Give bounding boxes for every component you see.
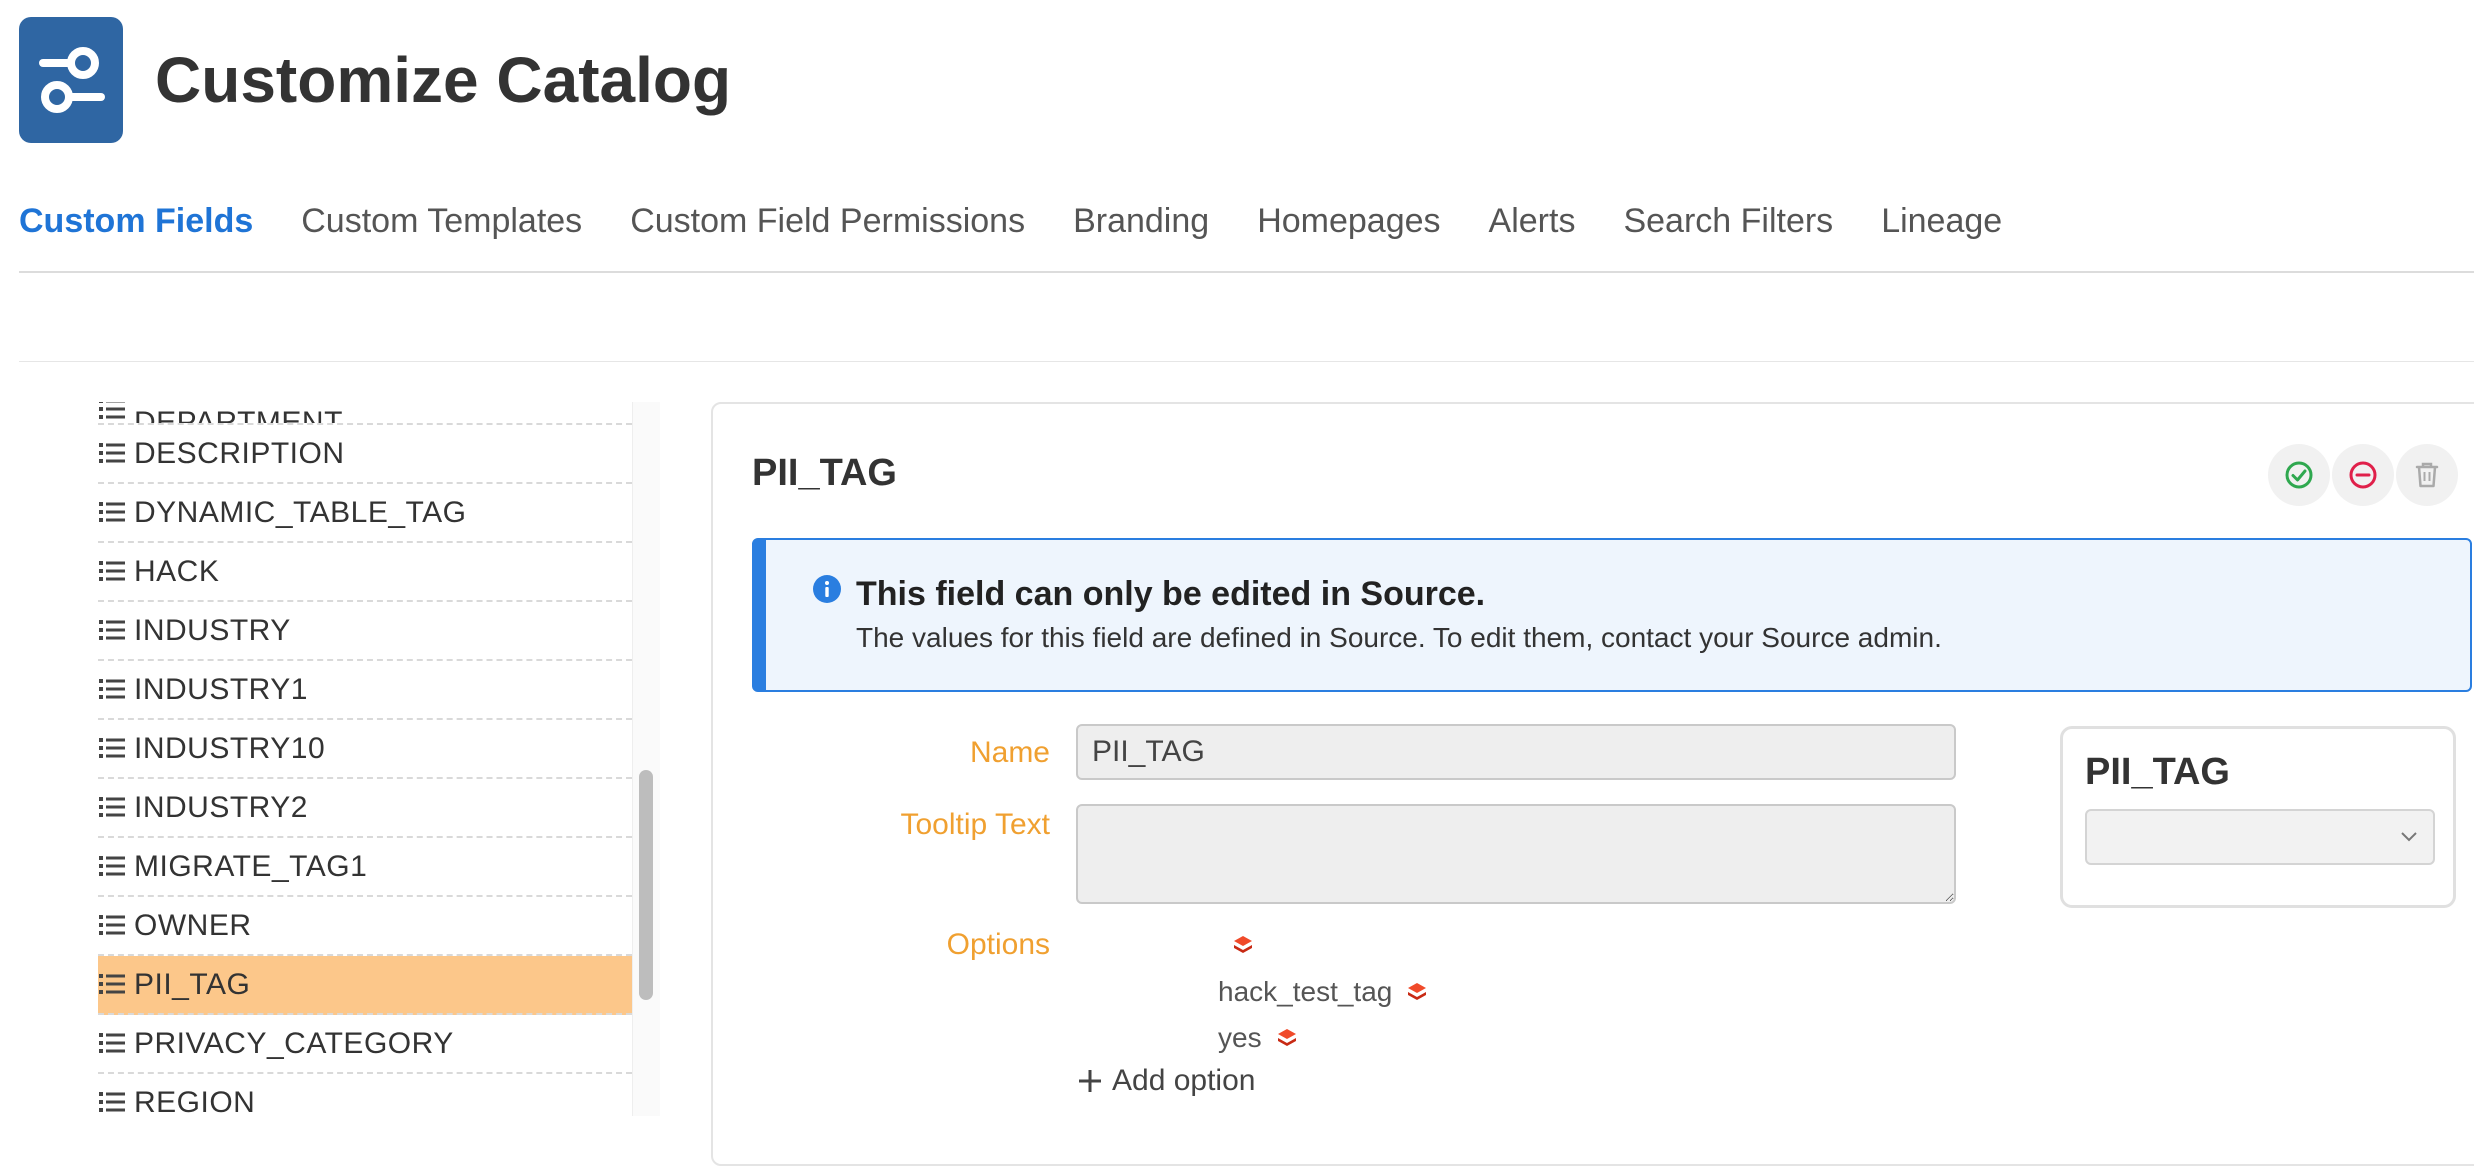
list-icon	[98, 500, 126, 526]
add-option-button[interactable]: Add option	[1076, 1064, 1255, 1098]
list-item[interactable]: DEPARTMENT	[98, 402, 632, 425]
page-title: Customize Catalog	[155, 44, 732, 116]
save-button[interactable]	[2268, 444, 2330, 506]
tab-alerts[interactable]: Alerts	[1489, 196, 1576, 246]
app-icon	[19, 17, 123, 143]
list-item-label: DYNAMIC_TABLE_TAG	[134, 495, 467, 529]
list-item-label: DEPARTMENT	[134, 406, 343, 425]
tab-branding[interactable]: Branding	[1073, 196, 1209, 246]
list-icon	[98, 441, 126, 467]
sidebar-scrollbar-thumb[interactable]	[639, 770, 653, 1000]
preview-select[interactable]	[2085, 809, 2435, 865]
list-item-label: INDUSTRY1	[134, 672, 308, 706]
list-icon	[98, 1090, 126, 1116]
tab-custom-templates[interactable]: Custom Templates	[301, 196, 582, 246]
list-item[interactable]: DESCRIPTION	[98, 425, 632, 484]
option-label: hack_test_tag	[1218, 976, 1393, 1007]
list-item[interactable]: DYNAMIC_TABLE_TAG	[98, 484, 632, 543]
source-layers-icon	[1408, 983, 1427, 1000]
tab-search-filters[interactable]: Search Filters	[1623, 196, 1833, 246]
tab-custom-field-permissions[interactable]: Custom Field Permissions	[630, 196, 1025, 246]
list-item[interactable]: REGION	[98, 1074, 632, 1116]
tab-custom-fields[interactable]: Custom Fields	[19, 196, 253, 246]
list-item-label: PII_TAG	[134, 967, 251, 1001]
info-banner: This field can only be edited in Source.…	[752, 538, 2472, 692]
tab-lineage[interactable]: Lineage	[1881, 196, 2002, 246]
list-item[interactable]: MIGRATE_TAG1	[98, 838, 632, 897]
sidebar-scrollbar[interactable]	[632, 402, 660, 1116]
list-item-label: MIGRATE_TAG1	[134, 849, 368, 883]
name-label: Name	[969, 736, 1050, 769]
list-item-label: OWNER	[134, 908, 252, 942]
list-item-label: INDUSTRY10	[134, 731, 326, 765]
field-title: PII_TAG	[752, 452, 897, 494]
list-icon	[98, 972, 126, 998]
delete-button[interactable]	[2396, 444, 2458, 506]
list-item[interactable]: OWNER	[98, 897, 632, 956]
list-icon	[98, 559, 126, 585]
custom-field-list: DEPARTMENT DESCRIPTION DYNAMIC_TABLE_TAG…	[98, 402, 632, 1116]
list-item[interactable]: PRIVACY_CATEGORY	[98, 1015, 632, 1074]
toggle-settings-icon	[39, 47, 105, 113]
info-icon	[813, 575, 841, 603]
plus-icon	[1079, 1070, 1101, 1092]
banner-text: The values for this field are defined in…	[856, 622, 1942, 653]
list-item-label: PRIVACY_CATEGORY	[134, 1026, 454, 1060]
list-icon	[98, 1031, 126, 1057]
list-icon	[98, 736, 126, 762]
chevron-down-icon	[2401, 832, 2417, 842]
list-icon	[98, 913, 126, 939]
cancel-button[interactable]	[2332, 444, 2394, 506]
list-icon	[98, 795, 126, 821]
list-item[interactable]: INDUSTRY	[98, 602, 632, 661]
banner-title: This field can only be edited in Source.	[856, 575, 1486, 613]
add-option-label: Add option	[1112, 1064, 1256, 1097]
option-item: hack_test_tag	[1218, 976, 1428, 1008]
tab-bar: Custom Fields Custom Templates Custom Fi…	[19, 196, 2002, 246]
source-layers-icon	[1234, 936, 1252, 953]
tooltip-text-field[interactable]	[1076, 804, 1956, 904]
tabs-divider	[19, 271, 2474, 273]
name-field[interactable]	[1076, 724, 1956, 780]
list-icon	[98, 854, 126, 880]
list-item[interactable]: INDUSTRY2	[98, 779, 632, 838]
option-item	[1218, 934, 1254, 956]
trash-icon	[2415, 462, 2439, 488]
list-item[interactable]: INDUSTRY1	[98, 661, 632, 720]
field-preview-card: PII_TAG	[2060, 726, 2456, 908]
tooltip-label: Tooltip Text	[900, 808, 1050, 841]
toolbar-divider	[19, 361, 2474, 362]
list-item-label: INDUSTRY	[134, 613, 291, 647]
list-item-label: INDUSTRY2	[134, 790, 308, 824]
list-icon	[98, 402, 126, 423]
option-item: yes	[1218, 1022, 1298, 1054]
list-icon	[98, 618, 126, 644]
list-item-label: HACK	[134, 554, 220, 588]
option-label: yes	[1218, 1022, 1262, 1053]
list-item-label: DESCRIPTION	[134, 436, 345, 470]
check-circle-icon	[2285, 461, 2313, 489]
list-item-label: REGION	[134, 1085, 256, 1117]
list-item[interactable]: INDUSTRY10	[98, 720, 632, 779]
tab-homepages[interactable]: Homepages	[1257, 196, 1440, 246]
list-icon	[98, 677, 126, 703]
list-item[interactable]: HACK	[98, 543, 632, 602]
minus-circle-icon	[2349, 461, 2377, 489]
options-label: Options	[946, 928, 1050, 961]
preview-title: PII_TAG	[2085, 751, 2230, 793]
source-layers-icon	[1277, 1029, 1296, 1046]
list-item-selected[interactable]: PII_TAG	[98, 956, 632, 1015]
